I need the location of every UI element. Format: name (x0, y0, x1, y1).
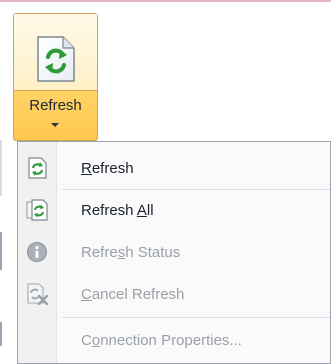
refresh-icon (28, 157, 47, 179)
menu-item-cancel-refresh[interactable]: Cancel Refresh (18, 274, 330, 314)
menu-item-refresh[interactable]: Refresh (18, 148, 330, 188)
menu-item-label: Refresh (81, 160, 134, 177)
menu-separator (62, 317, 330, 318)
refresh-all-icon (26, 199, 48, 221)
refresh-button-main[interactable] (14, 14, 97, 91)
menu-item-label: Refresh All (81, 202, 154, 219)
background-edge (0, 232, 2, 270)
refresh-document-icon (37, 36, 75, 82)
menu-item-refresh-all[interactable]: Refresh All (18, 190, 330, 230)
info-icon (27, 242, 47, 262)
cancel-refresh-icon (27, 283, 48, 305)
menu-item-label: Refresh Status (81, 244, 181, 261)
menu-item-label: Connection Properties... (81, 332, 242, 349)
refresh-button-label: Refresh (29, 97, 82, 114)
refresh-button-dropdown[interactable]: Refresh (14, 91, 97, 140)
ribbon-top-border (0, 0, 331, 2)
chevron-down-icon (51, 123, 59, 127)
refresh-dropdown-menu: Refresh Refresh All Refresh Status Cance… (17, 141, 331, 364)
menu-item-connection-properties[interactable]: Connection Properties... (18, 320, 330, 360)
background-edge (0, 140, 2, 196)
menu-item-label: Cancel Refresh (81, 286, 185, 303)
background-edge (0, 322, 2, 346)
menu-item-refresh-status[interactable]: Refresh Status (18, 232, 330, 272)
refresh-split-button[interactable]: Refresh (13, 13, 98, 141)
